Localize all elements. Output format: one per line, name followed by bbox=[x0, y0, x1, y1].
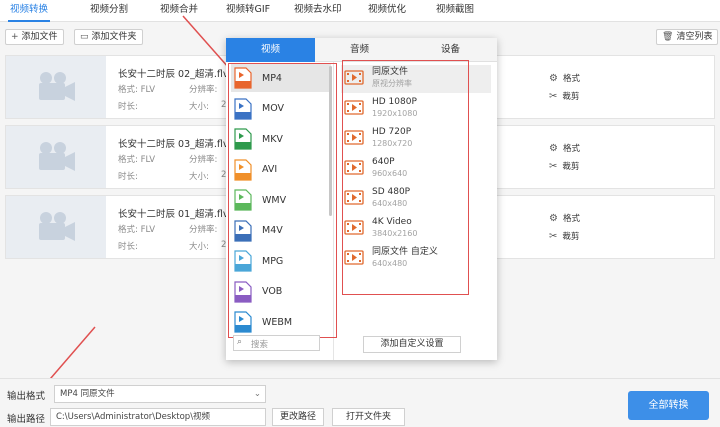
output-format-value: MP4 同原文件 bbox=[60, 389, 115, 399]
search-placeholder: 搜索 bbox=[251, 340, 269, 350]
popup-tab-device[interactable]: 设备 bbox=[404, 38, 497, 62]
output-path-label: 输出路径 bbox=[7, 414, 46, 425]
chevron-down-icon: ⌄ bbox=[253, 389, 261, 399]
open-folder-button[interactable]: 打开文件夹 bbox=[332, 408, 405, 426]
convert-all-button[interactable]: 全部转换 bbox=[628, 391, 709, 420]
output-format-select[interactable]: MP4 同原文件 ⌄ bbox=[54, 385, 266, 403]
resolution-list-highlight bbox=[342, 60, 469, 295]
output-format-label: 输出格式 bbox=[7, 391, 46, 402]
format-search-box[interactable]: ⌕ 搜索 bbox=[233, 335, 320, 351]
popup-tab-video[interactable]: 视频 bbox=[226, 38, 315, 62]
format-popup: 视频 音频 设备 MP4 MOV MKV AVI WMV M4V MPG VOB WEBM 同原… bbox=[226, 38, 497, 360]
popup-tab-bar: 视频 音频 设备 bbox=[226, 38, 497, 62]
search-icon: ⌕ bbox=[237, 337, 243, 347]
popup-tab-audio[interactable]: 音频 bbox=[315, 38, 404, 62]
format-list-highlight bbox=[228, 63, 337, 338]
add-custom-setting-button[interactable]: 添加自定义设置 bbox=[363, 336, 461, 353]
change-path-button[interactable]: 更改路径 bbox=[272, 408, 324, 426]
output-path-field[interactable]: C:\Users\Administrator\Desktop\视频 bbox=[50, 408, 266, 426]
